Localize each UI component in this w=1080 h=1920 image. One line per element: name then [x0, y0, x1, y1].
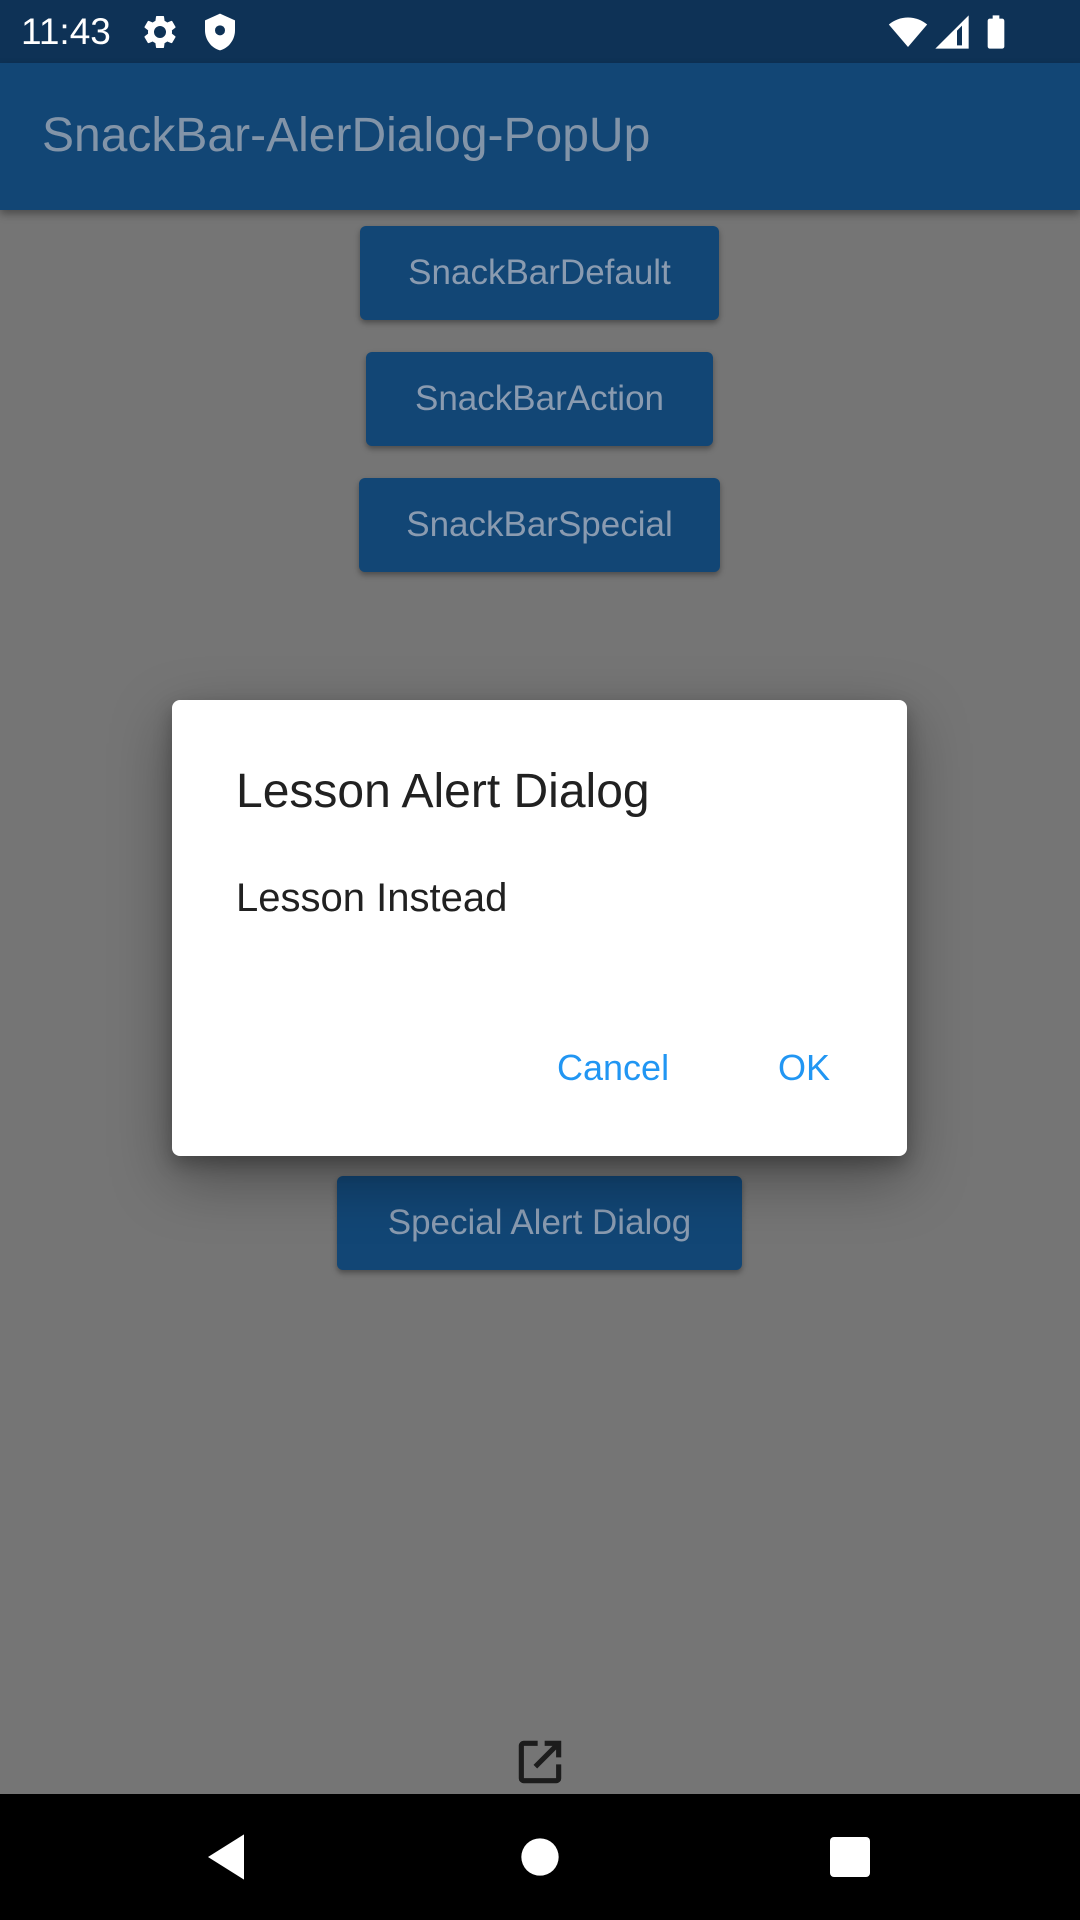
special-alert-dialog-button[interactable]: Special Alert Dialog: [337, 1176, 742, 1270]
snackbar-default-button[interactable]: SnackBarDefault: [360, 226, 719, 320]
dialog-title: Lesson Alert Dialog: [236, 765, 650, 818]
settings-icon: [140, 12, 180, 52]
navigation-bar: [0, 1794, 1080, 1920]
app-title: SnackBar-AlerDialog-PopUp: [42, 109, 651, 162]
status-time: 11:43: [21, 11, 111, 52]
snackbar-action-button[interactable]: SnackBarAction: [366, 352, 713, 446]
recents-icon[interactable]: [818, 1825, 882, 1889]
back-icon[interactable]: [196, 1825, 260, 1889]
wifi-icon: [888, 12, 928, 52]
app-bar: SnackBar-AlerDialog-PopUp: [0, 63, 1080, 210]
snackbar-special-button[interactable]: SnackBarSpecial: [359, 478, 720, 572]
home-icon[interactable]: [508, 1825, 572, 1889]
cancel-button[interactable]: Cancel: [557, 1044, 669, 1092]
open-in-new-icon[interactable]: [512, 1734, 568, 1790]
battery-icon: [976, 12, 1016, 52]
shield-icon: [200, 12, 240, 52]
dialog-message: Lesson Instead: [236, 876, 508, 920]
ok-button[interactable]: OK: [778, 1044, 830, 1092]
signal-icon: [932, 12, 972, 52]
status-bar: 11:43: [0, 0, 1080, 63]
alert-dialog: Lesson Alert Dialog Lesson Instead Cance…: [172, 700, 907, 1156]
